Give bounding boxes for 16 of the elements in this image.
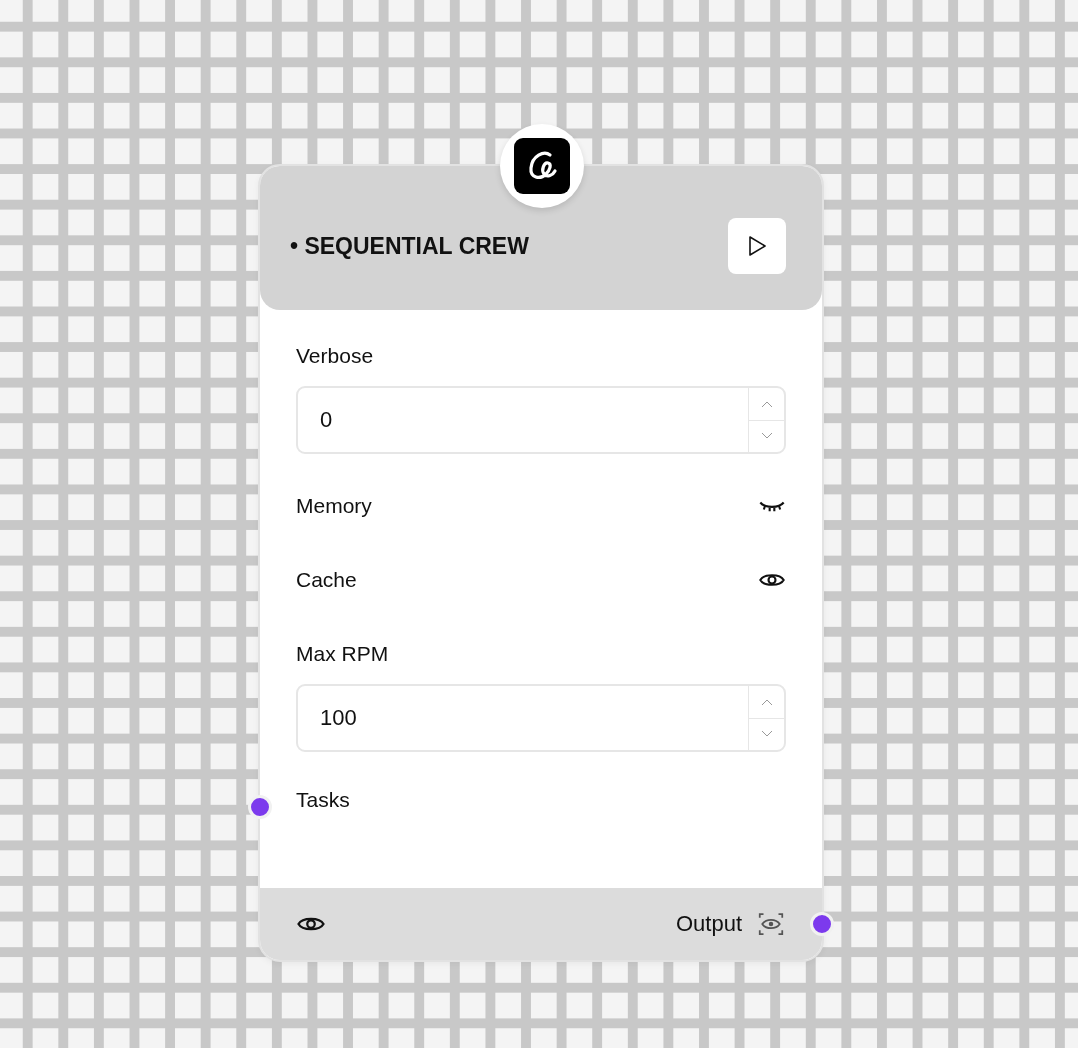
field-label: Cache [296,568,357,592]
logo-icon [514,138,570,194]
field-label: Memory [296,494,372,518]
field-label: Max RPM [296,642,390,666]
chevron-up-icon [760,399,773,408]
chevron-up-icon [760,697,773,706]
output-label: Output [675,911,742,937]
field-label: Verbose [296,344,375,368]
output-handle[interactable] [810,912,834,936]
field-label: Tasks [296,788,350,812]
node-title: • SEQUENTIAL CREW [290,232,529,260]
play-icon [747,235,767,257]
chevron-down-icon [760,730,773,739]
input-handle[interactable] [248,795,272,819]
run-button[interactable] [728,218,786,274]
chevron-down-icon [760,432,773,441]
